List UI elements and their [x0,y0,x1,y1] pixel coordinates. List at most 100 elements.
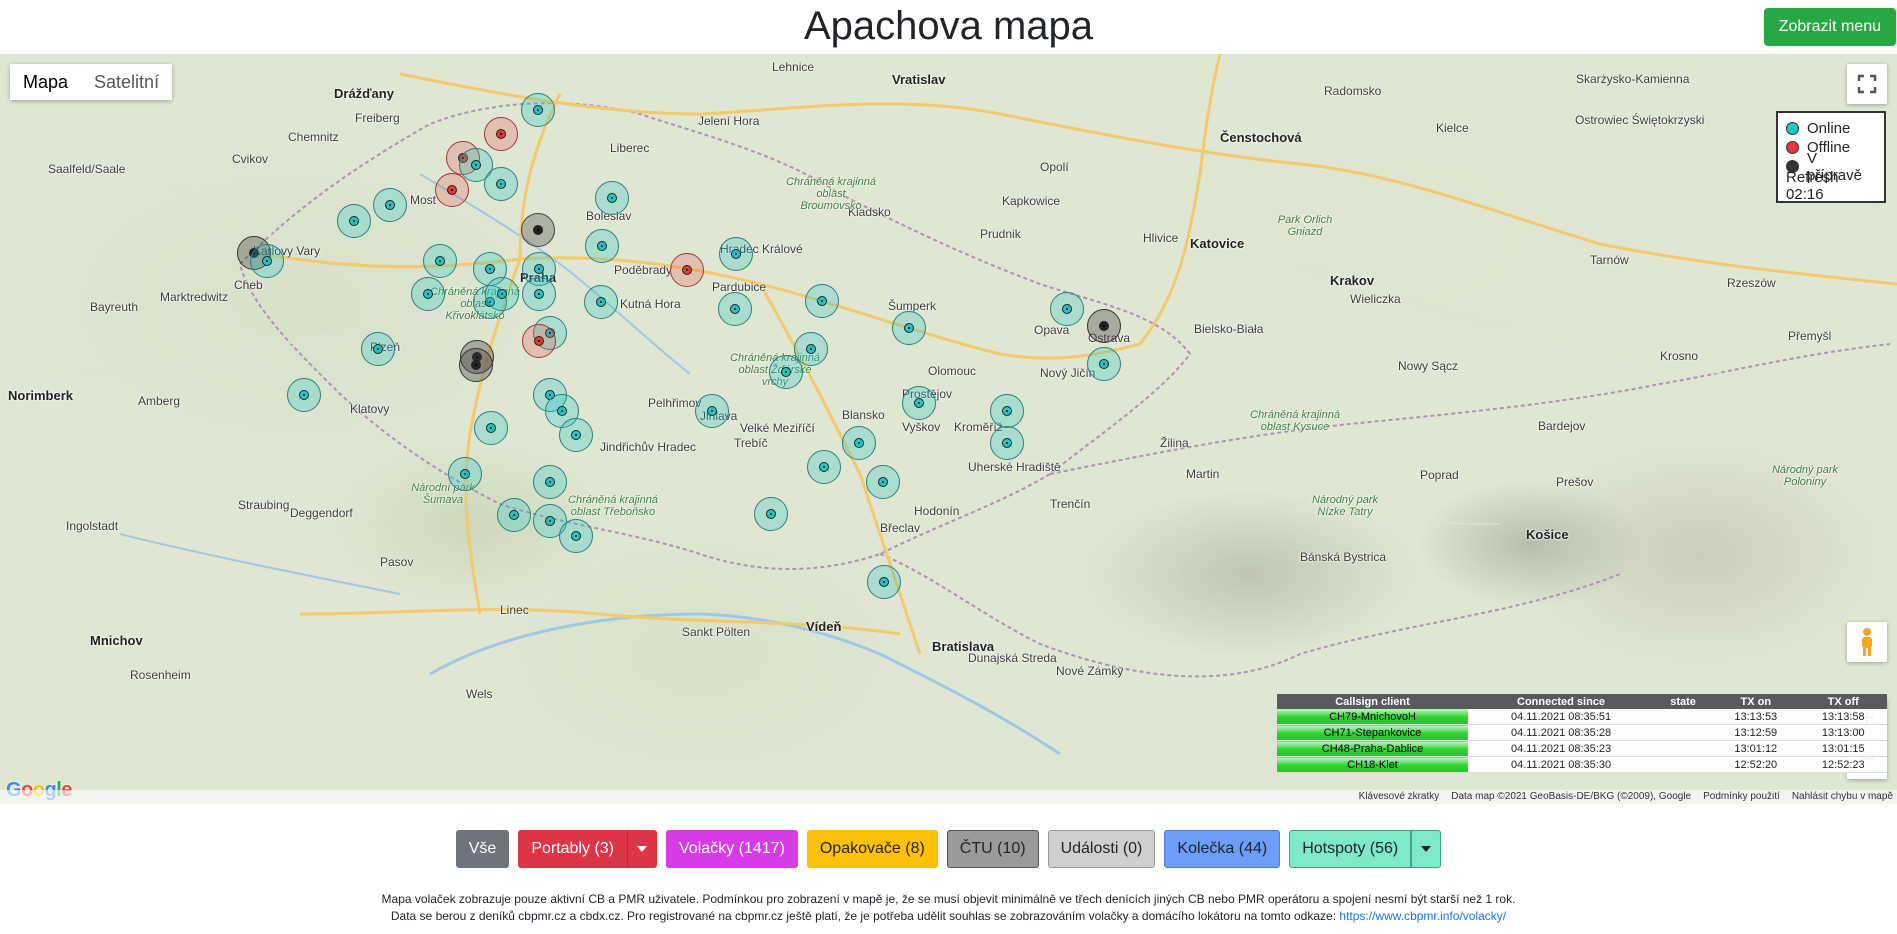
station-marker[interactable] [670,253,704,287]
state-cell [1654,709,1713,725]
station-marker[interactable] [842,426,876,460]
station-marker[interactable] [522,277,556,311]
station-marker[interactable] [769,355,803,389]
filter-events-button[interactable]: Události (0) [1047,830,1156,868]
place-label: Košice [1526,527,1569,542]
station-core [549,394,551,396]
station-marker[interactable] [474,411,508,445]
map-type-map-button[interactable]: Mapa [10,64,82,100]
column-header: Callsign client [1277,694,1468,709]
map-type-satellite-button[interactable]: Satelitní [81,64,173,100]
portables-dropdown-toggle[interactable] [627,830,658,868]
connected-since-cell: 04.11.2021 08:35:51 [1468,709,1655,725]
station-dot-icon [557,406,567,416]
filter-rings-button[interactable]: Kolečka (44) [1164,830,1281,868]
hotspots-dropdown-toggle[interactable] [1411,830,1442,868]
station-marker[interactable] [1050,292,1084,326]
place-label: Velké Meziříčí [740,421,815,435]
station-marker[interactable] [411,277,445,311]
station-marker[interactable] [448,457,482,491]
station-marker[interactable] [533,465,567,499]
map-legend: Online Offline V přípravě Refresh 02:16 [1776,111,1886,203]
street-view-button[interactable] [1847,622,1887,662]
online-dot-icon [1786,122,1799,135]
region-label: Národný park Nízke Tatry [1311,494,1379,518]
station-marker[interactable] [807,450,841,484]
terms-link[interactable]: Podmínky použití [1703,790,1780,804]
station-dot-icon [707,406,717,416]
station-marker[interactable] [485,277,519,311]
fullscreen-icon [1857,74,1877,94]
report-error-link[interactable]: Nahlásit chybu v mapě [1792,790,1893,804]
station-marker[interactable] [695,394,729,428]
place-label: Straubing [238,498,290,512]
place-label: Krosno [1660,349,1699,363]
region-label: Park Orlich Gniazd [1277,214,1333,238]
station-marker[interactable] [892,311,926,345]
station-marker[interactable] [805,284,839,318]
station-core [785,371,787,373]
filter-callsigns-button[interactable]: Volačky (1417) [666,830,798,868]
station-core [1006,442,1008,444]
page-title: Apachova mapa [803,4,1094,48]
station-core [439,260,441,262]
station-marker[interactable] [719,237,753,271]
station-core [500,133,502,135]
station-marker[interactable] [522,324,556,358]
station-core [303,394,305,396]
place-label: Norimberk [8,388,74,403]
filter-all-button[interactable]: Vše [455,830,510,868]
map-view[interactable]: Drážďany Lehnice Vratislav Chemnitz Freiberg… [0,54,1897,804]
filter-hotspots-button[interactable]: Hotspoty (56) [1289,830,1412,868]
station-dot-icon [682,265,692,275]
station-marker[interactable] [497,498,531,532]
place-label: Katovice [1190,236,1245,251]
station-dot-icon [496,129,506,139]
station-marker[interactable] [373,188,407,222]
station-marker[interactable] [459,348,493,382]
station-marker[interactable] [484,167,518,201]
column-header: Connected since [1468,694,1655,709]
station-marker[interactable] [902,386,936,420]
fullscreen-button[interactable] [1847,64,1887,104]
place-label: Nové Zámky [1056,664,1124,678]
station-marker[interactable] [718,292,752,326]
station-marker[interactable] [521,93,555,127]
station-marker[interactable] [754,497,788,531]
keyboard-shortcuts-link[interactable]: Klávesové zkratky [1359,790,1440,804]
station-marker[interactable] [990,394,1024,428]
station-marker[interactable] [559,418,593,452]
station-marker[interactable] [435,173,469,207]
station-marker[interactable] [287,378,321,412]
place-label: Chemnitz [288,130,339,144]
station-marker[interactable] [423,244,457,278]
station-marker[interactable] [250,244,284,278]
station-marker[interactable] [1087,309,1121,343]
place-label: Jindřichův Hradec [600,440,697,454]
station-marker[interactable] [484,117,518,151]
station-marker[interactable] [337,204,371,238]
filter-ctu-button[interactable]: ČTU (10) [946,830,1039,868]
station-marker[interactable] [866,465,900,499]
station-marker[interactable] [595,181,629,215]
station-marker[interactable] [521,213,555,247]
station-marker[interactable] [361,332,395,366]
callsign-cell: CH18-Klet [1277,756,1468,773]
station-marker[interactable] [584,285,618,319]
station-marker[interactable] [1087,347,1121,381]
station-marker[interactable] [559,519,593,553]
station-dot-icon [1062,304,1072,314]
filter-repeaters-button[interactable]: Opakovače (8) [806,830,938,868]
station-marker[interactable] [867,565,901,599]
filter-portables-button[interactable]: Portably (3) [518,830,628,868]
station-marker[interactable] [990,426,1024,460]
place-label: Žilina [1160,436,1189,450]
caret-down-icon [1421,846,1432,852]
station-core [821,300,823,302]
station-dot-icon [545,516,555,526]
station-core [734,308,736,310]
cbpmr-volacky-link[interactable]: https://www.cbpmr.info/volacky/ [1339,909,1506,923]
show-menu-button[interactable]: Zobrazit menu [1763,8,1896,46]
region-label: Chráněná krajinná oblast Kysuce [1250,409,1340,433]
station-marker[interactable] [585,229,619,263]
